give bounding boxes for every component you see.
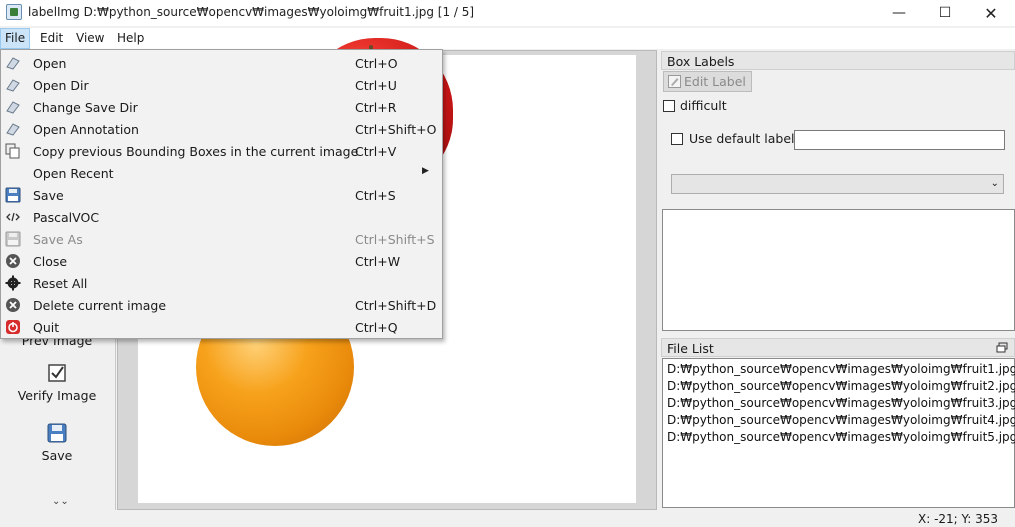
cursor-coordinates: X: -21; Y: 353 bbox=[918, 512, 999, 526]
file-list-title: File List bbox=[667, 341, 714, 356]
submenu-arrow-icon: ▶ bbox=[422, 166, 429, 176]
save-toolbar-button[interactable]: Save bbox=[0, 422, 114, 463]
menu-edit[interactable]: Edit bbox=[35, 28, 68, 49]
verify-image-button[interactable]: Verify Image bbox=[0, 362, 114, 403]
menu-item-copy-previous-boxes[interactable]: Copy previous Bounding Boxes in the curr… bbox=[1, 140, 442, 162]
menu-help[interactable]: Help bbox=[112, 28, 149, 49]
menu-item-label: Close bbox=[33, 254, 68, 269]
menu-item-label: Reset All bbox=[33, 276, 88, 291]
format-icon bbox=[6, 212, 20, 222]
menu-item-quit[interactable]: Quit Ctrl+Q bbox=[1, 316, 442, 338]
edit-pencil-icon bbox=[668, 75, 681, 88]
status-bar: X: -21; Y: 353 bbox=[0, 510, 1015, 527]
save-floppy-icon bbox=[47, 423, 67, 443]
file-list-item[interactable]: D:₩python_source₩opencv₩images₩yoloimg₩f… bbox=[667, 413, 1015, 427]
open-annotation-icon bbox=[6, 123, 20, 136]
menu-item-open[interactable]: Open Ctrl+O bbox=[1, 52, 442, 74]
menu-item-shortcut: Ctrl+V bbox=[355, 144, 397, 159]
title-bar: labelImg D:₩python_source₩opencv₩images₩… bbox=[0, 0, 1015, 26]
menu-item-label: Open Recent bbox=[33, 166, 114, 181]
box-labels-header: Box Labels bbox=[661, 51, 1015, 70]
copy-icon bbox=[5, 143, 20, 159]
save-toolbar-label: Save bbox=[41, 448, 73, 463]
window-title: labelImg D:₩python_source₩opencv₩images₩… bbox=[28, 5, 475, 19]
menu-item-save-as[interactable]: Save As Ctrl+Shift+S bbox=[1, 228, 442, 250]
menu-item-shortcut: Ctrl+Shift+O bbox=[355, 122, 437, 137]
menu-item-shortcut: Ctrl+W bbox=[355, 254, 401, 269]
menu-item-delete-current-image[interactable]: Delete current image Ctrl+Shift+D bbox=[1, 294, 442, 316]
menu-item-open-recent[interactable]: Open Recent ▶ bbox=[1, 162, 442, 184]
menu-item-label: Save As bbox=[33, 232, 83, 247]
file-list-header: File List bbox=[661, 338, 1015, 357]
quit-icon bbox=[6, 320, 20, 334]
save-as-icon bbox=[5, 231, 21, 247]
menu-file[interactable]: File bbox=[0, 28, 31, 49]
menu-item-shortcut: Ctrl+S bbox=[355, 188, 396, 203]
file-dropdown-menu: Open Ctrl+O Open Dir Ctrl+U Change Save … bbox=[0, 49, 443, 339]
chevron-down-icon: ⌄ bbox=[990, 178, 999, 189]
edit-label-button[interactable]: Edit Label bbox=[663, 71, 752, 92]
expand-toolbar-chevron-icon[interactable]: ⌄⌄ bbox=[52, 496, 69, 507]
file-list-item[interactable]: D:₩python_source₩opencv₩images₩yoloimg₩f… bbox=[667, 396, 1015, 410]
menu-item-shortcut: Ctrl+Shift+S bbox=[355, 232, 435, 247]
file-list[interactable]: D:₩python_source₩opencv₩images₩yoloimg₩f… bbox=[662, 358, 1015, 508]
menu-item-save[interactable]: Save Ctrl+S bbox=[1, 184, 442, 206]
menu-item-label: Copy previous Bounding Boxes in the curr… bbox=[33, 144, 359, 159]
use-default-label-checkbox[interactable] bbox=[671, 133, 683, 145]
file-list-item[interactable]: D:₩python_source₩opencv₩images₩yoloimg₩f… bbox=[667, 430, 1015, 444]
file-list-item[interactable]: D:₩python_source₩opencv₩images₩yoloimg₩f… bbox=[667, 379, 1015, 393]
maximize-button[interactable]: ☐ bbox=[922, 0, 968, 26]
difficult-label: difficult bbox=[680, 98, 727, 113]
default-label-input[interactable] bbox=[794, 130, 1005, 150]
menu-item-change-save-dir[interactable]: Change Save Dir Ctrl+R bbox=[1, 96, 442, 118]
open-dir-icon bbox=[6, 79, 20, 92]
menu-item-label: Open bbox=[33, 56, 67, 71]
menu-item-open-dir[interactable]: Open Dir Ctrl+U bbox=[1, 74, 442, 96]
menu-view[interactable]: View bbox=[71, 28, 109, 49]
delete-icon bbox=[6, 298, 20, 312]
menu-item-close[interactable]: Close Ctrl+W bbox=[1, 250, 442, 272]
box-labels-title: Box Labels bbox=[667, 54, 735, 69]
menu-item-pascalvoc[interactable]: PascalVOC bbox=[1, 206, 442, 228]
open-folder-icon bbox=[6, 57, 20, 70]
menu-bar: File Edit View Help bbox=[0, 28, 1015, 49]
label-list[interactable] bbox=[662, 209, 1015, 331]
menu-item-shortcut: Ctrl+U bbox=[355, 78, 397, 93]
close-window-button[interactable]: ✕ bbox=[968, 0, 1014, 26]
close-icon bbox=[6, 254, 20, 268]
difficult-checkbox[interactable] bbox=[663, 100, 675, 112]
menu-item-shortcut: Ctrl+Q bbox=[355, 320, 398, 335]
menu-item-shortcut: Ctrl+O bbox=[355, 56, 398, 71]
menu-item-shortcut: Ctrl+Shift+D bbox=[355, 298, 437, 313]
menu-item-shortcut: Ctrl+R bbox=[355, 100, 397, 115]
change-save-dir-icon bbox=[6, 101, 20, 114]
gear-icon bbox=[5, 275, 21, 291]
menu-item-label: Open Dir bbox=[33, 78, 89, 93]
menu-item-label: Open Annotation bbox=[33, 122, 139, 137]
minimize-button[interactable]: — bbox=[876, 0, 922, 26]
file-list-item[interactable]: D:₩python_source₩opencv₩images₩yoloimg₩f… bbox=[667, 362, 1015, 376]
menu-item-reset-all[interactable]: Reset All bbox=[1, 272, 442, 294]
edit-label-text: Edit Label bbox=[684, 74, 746, 89]
verify-image-label: Verify Image bbox=[17, 388, 97, 403]
labelimg-app-icon bbox=[6, 4, 22, 20]
verify-check-icon bbox=[48, 364, 66, 382]
menu-item-open-annotation[interactable]: Open Annotation Ctrl+Shift+O bbox=[1, 118, 442, 140]
use-default-label-text: Use default label bbox=[689, 131, 795, 146]
label-combobox[interactable]: ⌄ bbox=[671, 174, 1004, 194]
menu-item-label: Change Save Dir bbox=[33, 100, 138, 115]
save-icon bbox=[5, 187, 21, 203]
menu-item-label: PascalVOC bbox=[33, 210, 100, 225]
menu-item-label: Save bbox=[33, 188, 64, 203]
float-window-icon[interactable] bbox=[996, 342, 1008, 354]
menu-item-label: Delete current image bbox=[33, 298, 167, 313]
menu-item-label: Quit bbox=[33, 320, 60, 335]
